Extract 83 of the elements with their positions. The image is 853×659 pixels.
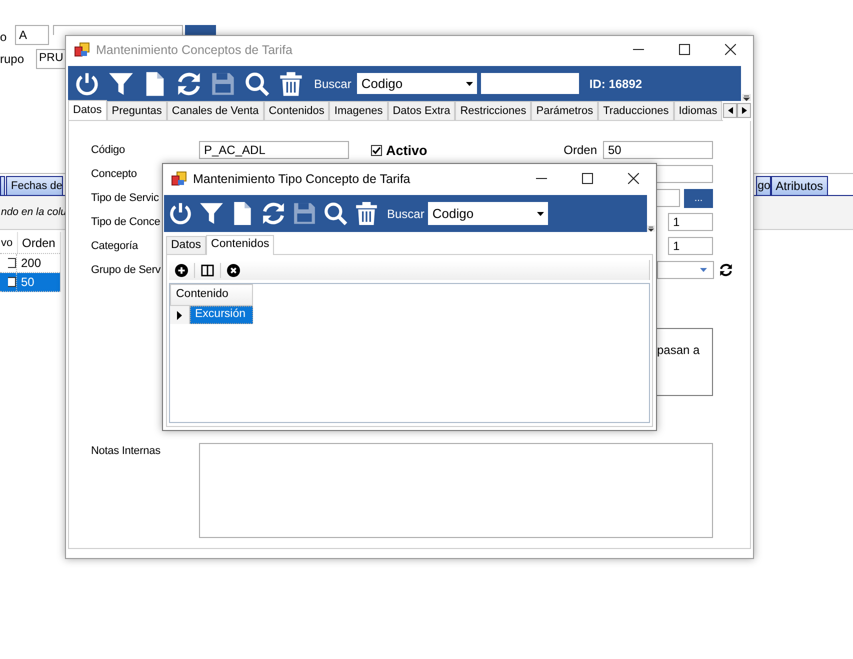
left-arrow-icon [728, 107, 732, 114]
input-field[interactable]: P_AC_ADL [199, 141, 349, 159]
field-label: Categoría [91, 240, 138, 252]
app-icon [171, 170, 187, 186]
tab[interactable]: Contenidos [206, 235, 274, 255]
field-label: o [0, 30, 7, 44]
tab[interactable]: Fechas de [6, 176, 63, 195]
dropdown[interactable] [657, 261, 714, 279]
tab[interactable]: go [756, 176, 771, 195]
checkbox[interactable] [8, 277, 16, 287]
save-icon [292, 201, 317, 226]
search-icon [244, 70, 270, 96]
tab[interactable]: Atributos [770, 176, 828, 195]
browse-button[interactable]: ... [684, 188, 713, 208]
filter-icon [199, 201, 224, 226]
caret-icon [466, 82, 474, 86]
tab[interactable]: Imagenes [329, 101, 388, 120]
maximize-icon [582, 173, 592, 184]
remove-icon[interactable] [227, 264, 240, 276]
refresh-icon [176, 70, 202, 96]
caret-icon [700, 268, 707, 272]
search-by-dropdown[interactable]: Codigo [357, 73, 478, 94]
input-field[interactable]: A [15, 25, 49, 45]
close-icon [628, 173, 638, 184]
overflow-icon[interactable] [742, 94, 751, 101]
overflow-icon[interactable] [647, 225, 655, 232]
table-cell[interactable]: Excursión [190, 306, 253, 324]
tab[interactable]: Datos Extra [388, 101, 456, 120]
app-icon [74, 42, 90, 58]
close-icon [724, 44, 736, 55]
field-label: Código [91, 144, 125, 156]
checkbox[interactable] [8, 258, 16, 268]
field-label: Tipo de Servic [91, 192, 159, 204]
tab[interactable]: Datos [166, 236, 206, 254]
add-icon[interactable] [175, 264, 188, 276]
power-icon [168, 201, 193, 226]
tab[interactable]: Traducciones [598, 101, 674, 120]
tab[interactable]: Datos [68, 100, 107, 120]
search-icon [323, 201, 348, 226]
tab[interactable]: Restricciones [455, 101, 532, 120]
power-icon [74, 70, 100, 96]
tab[interactable]: Preguntas [106, 101, 167, 120]
window-title: Mantenimiento Conceptos de Tarifa [96, 42, 292, 56]
right-arrow-icon [742, 107, 746, 114]
save-icon [210, 70, 236, 96]
table-cell-text: 200 [20, 255, 42, 272]
id-label: ID: 16892 [589, 76, 642, 90]
trash-icon [278, 70, 304, 96]
columns-icon[interactable] [201, 264, 214, 276]
tab[interactable]: Canales de Venta [166, 101, 264, 120]
input-field[interactable]: 50 [603, 141, 713, 159]
field-label: Grupo de Serv [91, 264, 161, 276]
field-label: Orden [564, 143, 597, 157]
checkbox[interactable] [371, 144, 382, 156]
search-label: Buscar [314, 76, 352, 90]
tab[interactable] [0, 176, 5, 195]
current-row-icon [177, 310, 182, 320]
scroll-left-button[interactable] [723, 103, 737, 118]
column-header[interactable]: vo [0, 232, 18, 253]
table-cell-text: 50 [20, 274, 34, 291]
field-label: Concepto [91, 168, 137, 180]
tab[interactable]: Idiomas [674, 101, 722, 120]
refresh-icon [261, 201, 286, 226]
search-field[interactable] [481, 73, 580, 94]
field-label: Tipo de Conce [91, 216, 160, 228]
filter-icon [108, 70, 134, 96]
maximize-icon [678, 44, 690, 55]
checkbox-label: Activo [386, 142, 428, 158]
trash-icon [354, 201, 379, 226]
tab[interactable]: Contenidos [264, 101, 330, 120]
search-by-dropdown[interactable]: Codigo [428, 202, 548, 225]
field-label: rupo [0, 52, 24, 66]
scroll-right-button[interactable] [737, 103, 751, 118]
refresh-icon[interactable] [719, 263, 733, 277]
search-label: Buscar [387, 206, 424, 220]
column-header[interactable]: Contenido [170, 284, 253, 306]
caret-icon [537, 212, 544, 216]
tab[interactable]: Parámetros [531, 101, 598, 120]
input-field[interactable]: 1 [668, 237, 713, 255]
column-header[interactable]: Orden [18, 232, 56, 253]
window-title: Mantenimiento Tipo Concepto de Tarifa [193, 172, 410, 186]
input-field[interactable]: 1 [668, 213, 713, 231]
field-label: Notas Internas [91, 445, 160, 457]
